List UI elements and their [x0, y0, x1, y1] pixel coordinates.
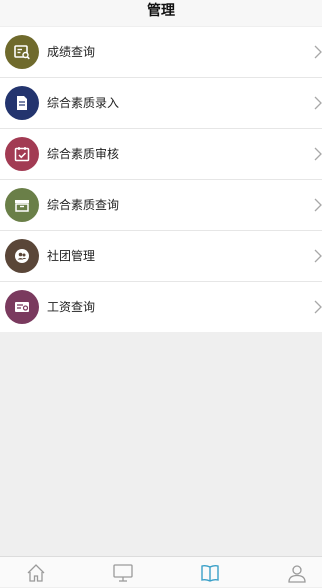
- menu-item-quality-review[interactable]: 综合素质审核: [0, 129, 322, 180]
- menu-item-quality-query[interactable]: 综合素质查询: [0, 180, 322, 231]
- monitor-tab[interactable]: [112, 562, 134, 584]
- menu-item-club-management[interactable]: 社团管理: [0, 231, 322, 282]
- bottom-tab-bar: [0, 556, 322, 587]
- nav-header: 管理: [0, 0, 322, 26]
- menu-item-label: 社团管理: [47, 249, 96, 263]
- menu-item-label: 综合素质录入: [47, 96, 120, 110]
- page-title: 管理: [147, 3, 175, 19]
- menu-item-label: 工资查询: [47, 300, 96, 314]
- chevron-right-icon: [314, 147, 322, 161]
- home-tab[interactable]: [25, 562, 47, 584]
- menu-item-score-query[interactable]: 成绩查询: [0, 27, 322, 78]
- menu-list: 成绩查询 综合素质录入 综合素质审核 综合素质查询 社团管理 工资查询: [0, 27, 322, 332]
- menu-item-quality-entry[interactable]: 综合素质录入: [0, 78, 322, 129]
- score-search-icon: [5, 35, 39, 69]
- document-entry-icon: [5, 86, 39, 120]
- archive-box-icon: [5, 188, 39, 222]
- menu-item-label: 综合素质查询: [47, 198, 120, 212]
- manage-tab[interactable]: [199, 562, 221, 584]
- chevron-right-icon: [314, 96, 322, 110]
- chevron-right-icon: [314, 198, 322, 212]
- group-people-icon: [5, 239, 39, 273]
- chevron-right-icon: [314, 300, 322, 314]
- calendar-check-icon: [5, 137, 39, 171]
- profile-tab[interactable]: [286, 562, 308, 584]
- book-icon: [201, 564, 219, 582]
- menu-item-salary-query[interactable]: 工资查询: [0, 282, 322, 332]
- menu-item-label: 成绩查询: [47, 45, 96, 59]
- person-icon: [288, 565, 306, 583]
- salary-card-icon: [5, 290, 39, 324]
- chevron-right-icon: [314, 249, 322, 263]
- house-icon: [27, 564, 45, 582]
- chevron-right-icon: [314, 45, 322, 59]
- menu-item-label: 综合素质审核: [47, 147, 120, 161]
- monitor-icon: [113, 564, 133, 582]
